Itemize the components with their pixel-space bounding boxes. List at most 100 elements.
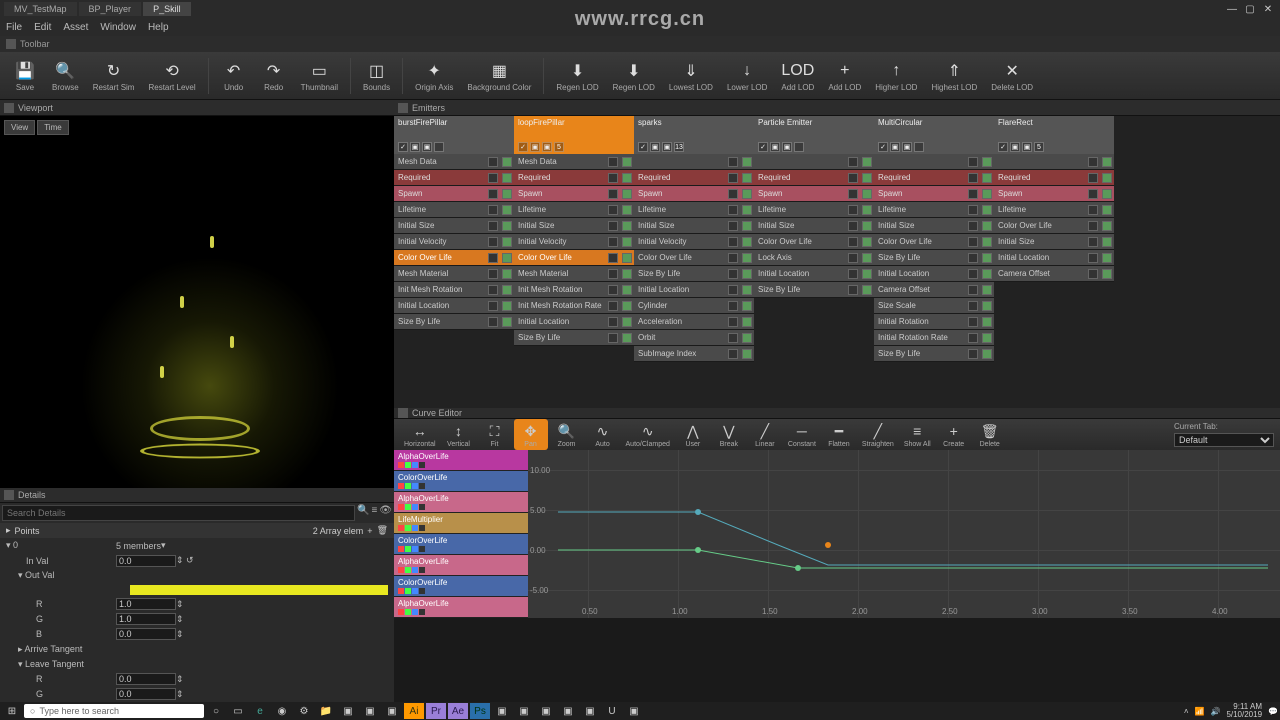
add-icon[interactable]: + — [367, 526, 372, 536]
auto-button[interactable]: ∿Auto — [586, 419, 620, 450]
eye-icon[interactable]: 👁 — [379, 505, 392, 521]
filter-icon[interactable]: ≡ — [371, 505, 377, 521]
emitter-module[interactable]: Camera Offset — [874, 282, 994, 298]
pr-icon[interactable]: Pr — [426, 703, 446, 719]
emitter-module[interactable]: Color Over Life — [754, 234, 874, 250]
zoom-button[interactable]: 🔍Zoom — [550, 419, 584, 450]
notifications-icon[interactable]: 💬 — [1268, 707, 1278, 716]
viewport[interactable]: View Time — [0, 116, 394, 520]
flatten-button[interactable]: ━Flatten — [822, 419, 856, 450]
show-all-button[interactable]: ≡Show All — [900, 419, 935, 450]
emitter-module[interactable]: Init Mesh Rotation Rate — [514, 298, 634, 314]
emitter-module[interactable]: Size By Life — [874, 250, 994, 266]
emitter-module[interactable]: Lifetime — [634, 202, 754, 218]
emitter-module[interactable]: Spawn — [634, 186, 754, 202]
cortana-icon[interactable]: ○ — [206, 703, 226, 719]
add-lod-button[interactable]: +Add LOD — [822, 54, 867, 98]
details-search-input[interactable] — [2, 505, 355, 521]
browse-button[interactable]: 🔍Browse — [46, 54, 85, 98]
app-icon[interactable]: ▣ — [338, 703, 358, 719]
curve-track-item[interactable]: AlphaOverLife — [394, 597, 528, 618]
curve-track-list[interactable]: AlphaOverLifeColorOverLifeAlphaOverLifeL… — [394, 450, 528, 618]
redo-button[interactable]: ↷Redo — [255, 54, 293, 98]
emitter-module[interactable] — [994, 154, 1114, 170]
emitter-module[interactable]: Initial Velocity — [634, 234, 754, 250]
linear-button[interactable]: ╱Linear — [748, 419, 782, 450]
app-icon[interactable]: ▣ — [580, 703, 600, 719]
straighten-button[interactable]: ╱Straighten — [858, 419, 898, 450]
emitter-module[interactable]: Initial Size — [754, 218, 874, 234]
background-color-button[interactable]: ▦Background Color — [461, 54, 537, 98]
emitter-module[interactable]: Size By Life — [874, 346, 994, 362]
break-button[interactable]: ⋁Break — [712, 419, 746, 450]
app-icon[interactable]: ▣ — [536, 703, 556, 719]
emitter-module[interactable]: Color Over Life — [514, 250, 634, 266]
emitter-module[interactable]: Spawn — [394, 186, 514, 202]
emitter-module[interactable]: Lifetime — [394, 202, 514, 218]
details-category-points[interactable]: ▸ Points2 Array elem + 🗑 — [0, 523, 394, 538]
create-button[interactable]: +Create — [937, 419, 971, 450]
regen-lod-button[interactable]: ⬇Regen LOD — [607, 54, 661, 98]
app-icon[interactable]: ▣ — [558, 703, 578, 719]
emitter-module[interactable]: Color Over Life — [394, 250, 514, 266]
reset-icon[interactable]: ↺ — [186, 555, 194, 566]
thumbnail-button[interactable]: ▭Thumbnail — [295, 54, 344, 98]
restart-sim-button[interactable]: ↻Restart Sim — [87, 54, 141, 98]
window-minimize-icon[interactable]: — — [1224, 2, 1240, 16]
emitter-module[interactable] — [754, 154, 874, 170]
emitter-module[interactable]: Required — [874, 170, 994, 186]
horizontal-button[interactable]: ↔Horizontal — [400, 419, 440, 450]
emitter-module[interactable]: Initial Velocity — [394, 234, 514, 250]
emitter-header[interactable]: burstFirePillar✓▣▣ — [394, 116, 514, 154]
emitter-module[interactable]: Color Over Life — [634, 250, 754, 266]
bounds-button[interactable]: ◫Bounds — [357, 54, 396, 98]
tray-up-icon[interactable]: ˄ — [1184, 707, 1189, 716]
emitter-module[interactable]: Required — [514, 170, 634, 186]
emitter-module[interactable]: Initial Location — [754, 266, 874, 282]
emitter-module[interactable]: Size By Life — [754, 282, 874, 298]
restart-level-button[interactable]: ⟲Restart Level — [142, 54, 201, 98]
app-icon[interactable]: ▣ — [492, 703, 512, 719]
menu-window[interactable]: Window — [100, 22, 136, 33]
b-input[interactable] — [116, 628, 176, 640]
emitter-module[interactable]: Color Over Life — [874, 234, 994, 250]
emitter-module[interactable]: Spawn — [754, 186, 874, 202]
emitter-module[interactable]: Initial Rotation — [874, 314, 994, 330]
emitter-module[interactable]: Lifetime — [874, 202, 994, 218]
settings-icon[interactable]: ⚙ — [294, 703, 314, 719]
viewport-view-button[interactable]: View — [4, 120, 35, 135]
emitter-module[interactable]: Mesh Material — [394, 266, 514, 282]
curve-track-item[interactable]: LifeMultiplier — [394, 513, 528, 534]
curve-track-item[interactable]: ColorOverLife — [394, 534, 528, 555]
menu-edit[interactable]: Edit — [34, 22, 51, 33]
menu-help[interactable]: Help — [148, 22, 169, 33]
emitter-module[interactable]: Color Over Life — [994, 218, 1114, 234]
emitter-module[interactable]: Initial Location — [514, 314, 634, 330]
emitter-module[interactable]: Lock Axis — [754, 250, 874, 266]
app-icon[interactable]: ▣ — [360, 703, 380, 719]
window-close-icon[interactable]: ✕ — [1260, 2, 1276, 16]
emitter-module[interactable]: Initial Size — [874, 218, 994, 234]
emitter-module[interactable] — [634, 154, 754, 170]
r2-input[interactable] — [116, 673, 176, 685]
emitter-module[interactable]: Spawn — [994, 186, 1114, 202]
emitter-module[interactable]: Size By Life — [514, 330, 634, 346]
emitter-module[interactable]: Initial Location — [874, 266, 994, 282]
emitter-module[interactable]: Spawn — [514, 186, 634, 202]
tray-volume-icon[interactable]: 🔊 — [1210, 707, 1220, 716]
app-icon[interactable]: ▣ — [624, 703, 644, 719]
emitter-module[interactable]: Required — [994, 170, 1114, 186]
ps-icon[interactable]: Ps — [470, 703, 490, 719]
g-input[interactable] — [116, 613, 176, 625]
r-input[interactable] — [116, 598, 176, 610]
color-preview[interactable] — [130, 585, 388, 594]
emitter-module[interactable]: Init Mesh Rotation — [394, 282, 514, 298]
emitter-header[interactable]: sparks✓▣▣13 — [634, 116, 754, 154]
start-button[interactable]: ⊞ — [2, 703, 22, 719]
menu-file[interactable]: File — [6, 22, 22, 33]
emitter-module[interactable]: Initial Location — [394, 298, 514, 314]
emitter-module[interactable]: Size Scale — [874, 298, 994, 314]
emitter-module[interactable]: Lifetime — [514, 202, 634, 218]
origin-axis-button[interactable]: ✦Origin Axis — [409, 54, 459, 98]
emitter-module[interactable]: Acceleration — [634, 314, 754, 330]
